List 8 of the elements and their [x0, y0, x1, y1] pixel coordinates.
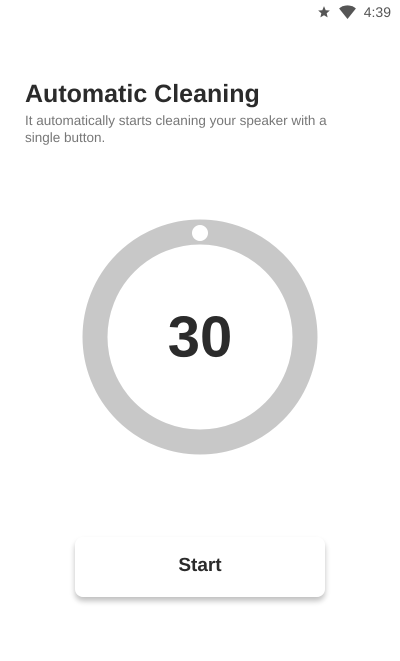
star-icon [316, 5, 331, 19]
status-time: 4:39 [364, 2, 391, 22]
start-button[interactable]: Start [75, 536, 325, 596]
countdown-value: 30 [168, 303, 232, 371]
wifi-icon [338, 5, 356, 19]
dial-knob[interactable] [192, 224, 208, 240]
page-title: Automatic Cleaning [25, 80, 261, 109]
page-description: It automatically starts cleaning your speaker with a single button. [25, 112, 328, 146]
